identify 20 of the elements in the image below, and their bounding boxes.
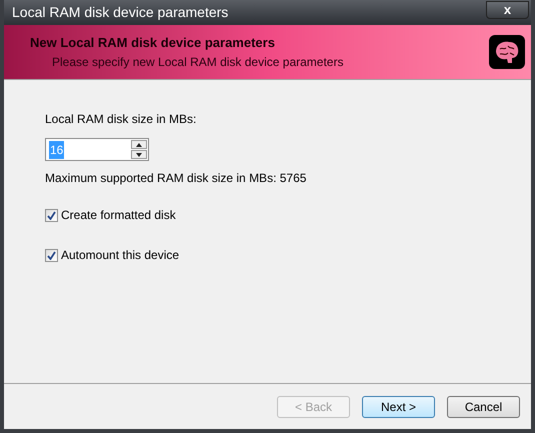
close-button[interactable]: x <box>486 0 529 18</box>
checkbox[interactable] <box>45 208 58 222</box>
up-arrow-icon <box>136 142 142 146</box>
size-label: Local RAM disk size in MBs: <box>45 111 198 128</box>
header-subtitle: Please specify new Local RAM disk device parameters <box>51 54 344 71</box>
size-value: 16 <box>49 140 64 158</box>
check-icon <box>47 210 56 220</box>
spin-down-button[interactable] <box>131 150 147 159</box>
check-icon <box>47 250 56 260</box>
spin-up-button[interactable] <box>131 140 147 149</box>
checkbox-label: Create formatted disk <box>61 207 176 224</box>
header-title: New Local RAM disk device parameters <box>30 34 276 52</box>
checkbox[interactable] <box>45 248 58 262</box>
brain-icon <box>488 34 526 70</box>
max-size-note: Maximum supported RAM disk size in MBs: 5765 <box>45 170 308 187</box>
dialog-button[interactable]: Cancel <box>447 396 520 418</box>
checkbox-label: Automount this device <box>61 247 180 264</box>
window-title: Local RAM disk device parameters <box>12 3 228 22</box>
down-arrow-icon <box>136 152 142 156</box>
dialog-button[interactable]: Next > <box>362 396 435 418</box>
